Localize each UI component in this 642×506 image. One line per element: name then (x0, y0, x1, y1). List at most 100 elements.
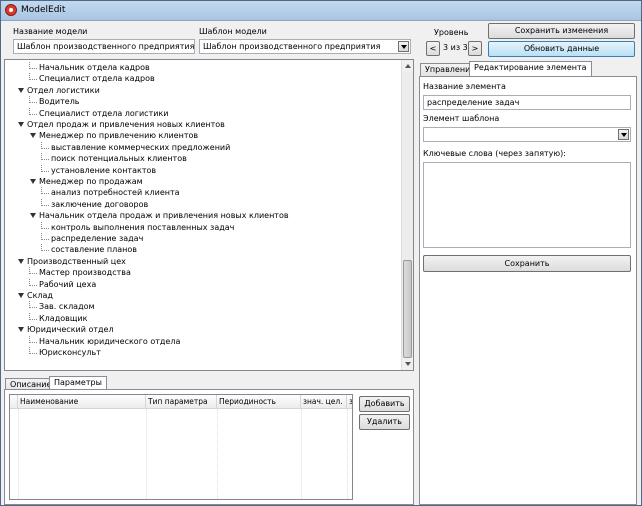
tree-connector (41, 170, 49, 172)
tree-item[interactable]: Отдел логистики (27, 85, 100, 96)
scroll-up-icon[interactable] (402, 60, 413, 72)
app-logo-icon (5, 4, 17, 16)
tree-connector (29, 301, 30, 309)
tree-connector (41, 244, 42, 252)
tree-item[interactable]: Мастер производства (39, 267, 131, 278)
expand-arrow-icon[interactable] (18, 293, 24, 298)
expand-arrow-icon[interactable] (30, 213, 36, 219)
tab-edit-element[interactable]: Редактирование элемента (469, 61, 592, 77)
tree-item[interactable]: Менеджер по продажам (39, 176, 143, 187)
parameters-panel: Наименование Тип параметра Периодиность … (4, 389, 414, 505)
template-select[interactable]: Шаблон производственного предприятия (199, 39, 411, 54)
tree-item[interactable]: Зав. складом (39, 301, 95, 312)
tree-item[interactable]: выставление коммерческих предложений (51, 142, 230, 153)
level-value: 3 из 3 (443, 43, 468, 52)
refresh-data-button[interactable]: Обновить данные (488, 41, 635, 57)
tree-connector (41, 164, 42, 172)
tree-connector (29, 347, 30, 354)
tree-connector (29, 267, 30, 275)
tree-item[interactable]: Склад (27, 290, 53, 301)
grid-divider (18, 409, 19, 499)
tree-connector (29, 278, 30, 286)
tree-connector (41, 147, 49, 149)
expand-arrow-icon[interactable] (18, 87, 24, 93)
grid-divider (217, 409, 218, 499)
col-name[interactable]: Наименование (18, 395, 146, 409)
prev-level-button[interactable]: < (426, 41, 440, 56)
model-name-label: Название модели (13, 27, 88, 36)
tree-item[interactable]: Рабочий цеха (39, 279, 96, 290)
expand-arrow-icon[interactable] (18, 258, 24, 264)
tree-item[interactable]: Начальник отдела продаж и привлечения но… (39, 210, 289, 221)
tree-item[interactable]: Юридический отдел (27, 324, 114, 335)
expand-arrow-icon[interactable] (18, 327, 24, 333)
window-title: ModelEdit (21, 5, 66, 15)
template-element-select[interactable] (423, 127, 631, 142)
tree-connector (41, 250, 49, 252)
tree-connector (41, 141, 42, 149)
tree-item[interactable]: Водитель (39, 96, 80, 107)
tree-connector (41, 233, 42, 240)
delete-parameter-button[interactable]: Удалить (359, 414, 410, 430)
tree-item[interactable]: Начальник отдела кадров (39, 62, 150, 73)
tree-connector (29, 102, 37, 104)
col-value-more[interactable]: зн (347, 395, 352, 409)
grid-divider (301, 409, 302, 499)
tree-item[interactable]: Начальник юридического отдела (39, 336, 180, 347)
tree-connector (41, 153, 42, 161)
scroll-down-icon[interactable] (402, 358, 413, 370)
tree-connector (29, 341, 37, 343)
grid-header: Наименование Тип параметра Периодиность … (10, 395, 352, 409)
element-name-input[interactable]: распределение задач (423, 95, 631, 110)
template-label: Шаблон модели (199, 27, 267, 36)
tree-item[interactable]: анализ потребностей клиента (51, 187, 180, 198)
level-label: Уровень (434, 28, 469, 37)
tree-scrollbar[interactable] (401, 60, 413, 370)
tree-item[interactable]: Юрисконсульт (39, 347, 101, 358)
col-param-type[interactable]: Тип параметра (146, 395, 217, 409)
tree-item[interactable]: заключение договоров (51, 199, 148, 210)
next-level-button[interactable]: > (468, 41, 482, 56)
element-name-label: Название элемента (423, 82, 506, 91)
tree-connector (41, 198, 42, 206)
tree-item[interactable]: Кладовщик (39, 313, 87, 324)
expand-arrow-icon[interactable] (30, 133, 36, 139)
tree-connector (29, 335, 30, 343)
tree-item[interactable]: Специалист отдела кадров (39, 73, 155, 84)
model-name-input[interactable]: Шаблон производственного предприятия (13, 39, 195, 54)
save-element-button[interactable]: Сохранить (423, 255, 631, 272)
tree-connector (29, 79, 37, 81)
tree-item[interactable]: установление контактов (51, 165, 156, 176)
tree-connector (29, 62, 30, 69)
tree-item[interactable]: Отдел продаж и привлечения новых клиенто… (27, 119, 225, 130)
tree-item[interactable]: Производственный цех (27, 256, 126, 267)
grid-divider (347, 409, 348, 499)
add-parameter-button[interactable]: Добавить (359, 396, 410, 412)
expand-arrow-icon[interactable] (30, 179, 36, 184)
chevron-down-icon[interactable] (398, 41, 409, 52)
parameters-grid[interactable]: Наименование Тип параметра Периодиность … (9, 394, 353, 500)
expand-arrow-icon[interactable] (18, 122, 24, 127)
tree-item[interactable]: составление планов (51, 244, 137, 255)
chevron-down-icon[interactable] (618, 129, 629, 140)
tree-connector (29, 284, 37, 286)
tree-connector (29, 312, 30, 320)
save-changes-button[interactable]: Сохранить изменения (488, 23, 635, 39)
tree-item[interactable]: распределение задач (51, 233, 143, 244)
tree-connector (29, 113, 37, 115)
col-periodicity[interactable]: Периодиность (217, 395, 301, 409)
tree-item[interactable]: Специалист отдела логистики (39, 108, 168, 119)
tree-connector (41, 221, 42, 229)
tree-connector (41, 204, 49, 206)
scroll-thumb[interactable] (403, 260, 412, 358)
tree-item[interactable]: поиск потенциальных клиентов (51, 153, 187, 164)
tree-item[interactable]: Менеджер по привлечению клиентов (39, 130, 198, 141)
keywords-textarea[interactable] (423, 162, 631, 248)
tree-connector (29, 273, 37, 275)
tree-item[interactable]: контроль выполнения поставленных задач (51, 222, 234, 233)
keywords-label: Ключевые слова (через запятую): (423, 149, 566, 158)
structure-tree[interactable]: Начальник отдела кадров Специалист отдела… (4, 59, 414, 371)
tree-connector (29, 96, 30, 104)
template-element-label: Элемент шаблона (423, 114, 500, 123)
col-int-value[interactable]: знач. цел. (301, 395, 347, 409)
